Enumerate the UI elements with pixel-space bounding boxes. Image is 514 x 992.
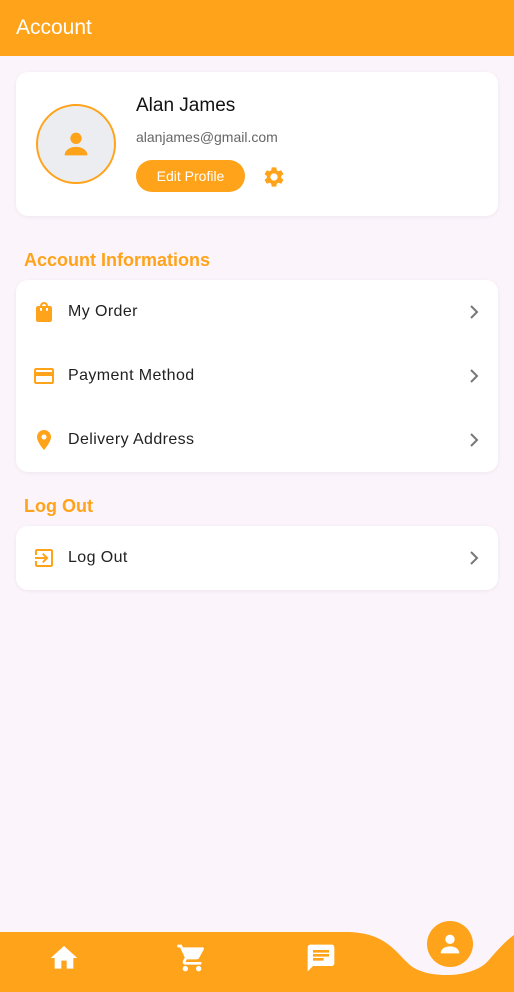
person-icon [64,132,88,156]
log-out-list: Log Out [16,526,498,590]
person-icon [440,934,460,954]
user-email: alanjames@gmail.com [136,129,278,145]
list-item-my-order[interactable]: My Order [16,280,498,344]
user-name: Alan James [136,95,236,116]
profile-card: Alan James alanjames@gmail.com Edit Prof… [16,72,498,216]
edit-profile-button[interactable]: Edit Profile [136,160,245,192]
chat-icon[interactable] [305,942,337,974]
account-info-list: My Order Payment Method Delivery Address [16,280,498,472]
location-pin-icon [37,430,51,450]
list-item-label: Delivery Address [68,431,195,448]
list-item-label: Log Out [68,549,128,566]
logout-icon [35,549,53,567]
chevron-right-icon [470,551,479,565]
gear-icon[interactable] [262,165,286,189]
shopping-bag-icon [36,302,52,322]
list-item-label: Payment Method [68,367,195,384]
profile-nav-button[interactable] [427,921,473,967]
app-bar: Account [0,0,514,56]
account-informations-heading: Account Informations [24,250,211,270]
page-title: Account [16,16,92,39]
list-item-label: My Order [68,303,138,320]
credit-card-icon [34,368,54,384]
chevron-right-icon [470,369,479,383]
chevron-right-icon [470,433,479,447]
home-icon[interactable] [48,942,80,974]
list-item-payment-method[interactable]: Payment Method [16,344,498,408]
log-out-heading: Log Out [24,496,93,516]
list-item-delivery-address[interactable]: Delivery Address [16,408,498,472]
chevron-right-icon [470,305,479,319]
list-item-log-out[interactable]: Log Out [16,526,498,590]
cart-icon[interactable] [176,942,208,974]
avatar [36,104,116,184]
